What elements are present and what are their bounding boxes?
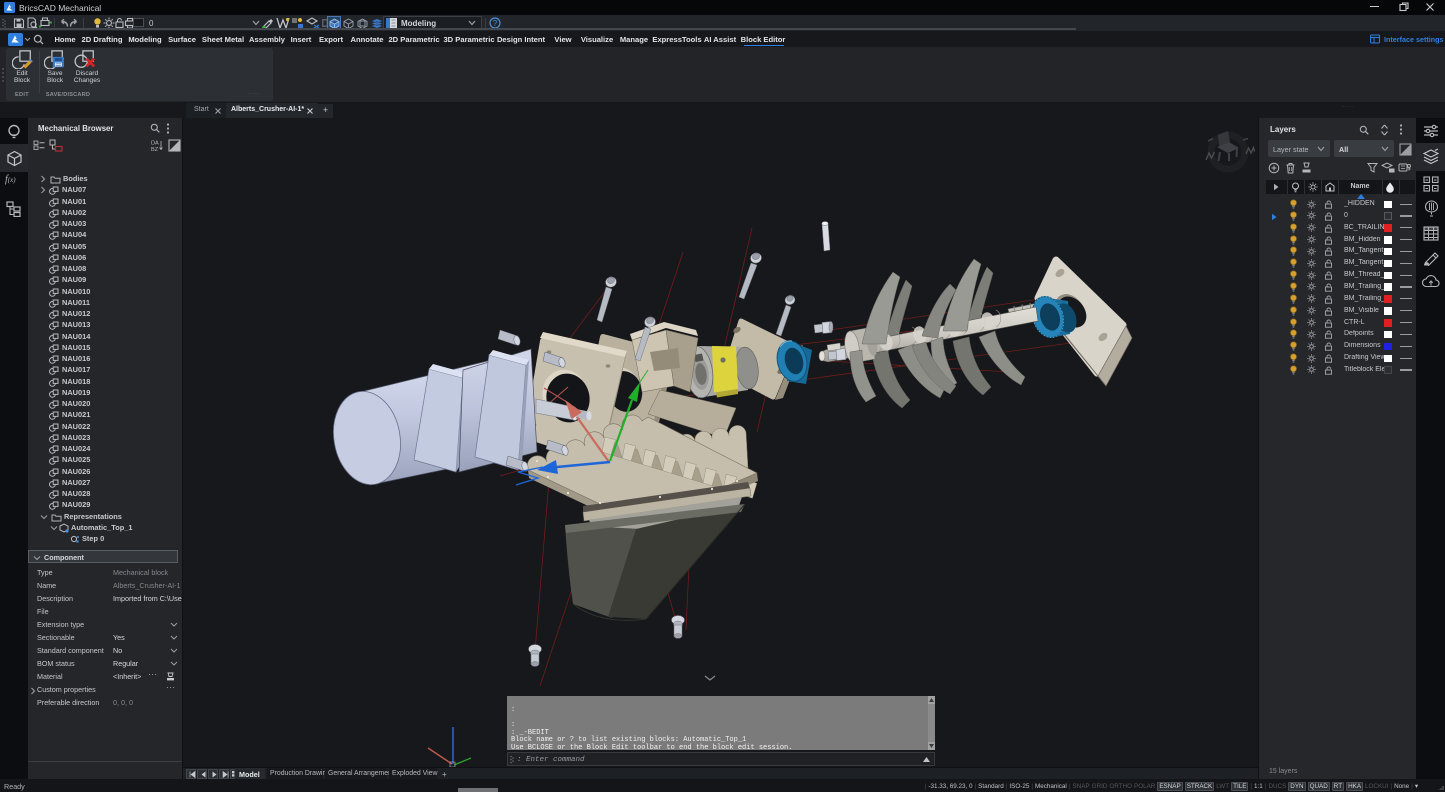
svg-text:?: ? — [493, 19, 498, 28]
